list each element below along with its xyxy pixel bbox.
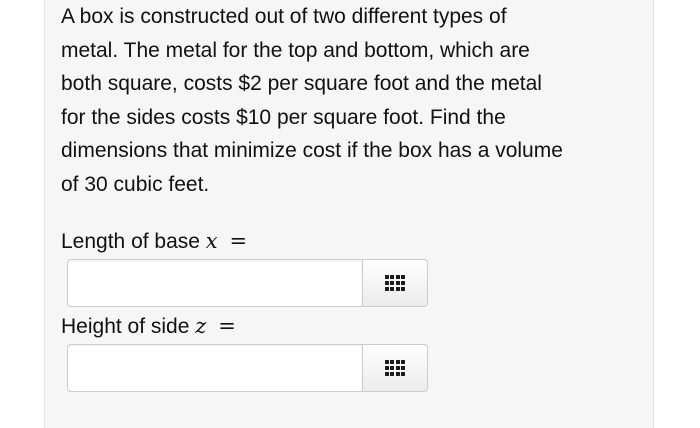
height-keypad-button[interactable]: [362, 344, 428, 392]
field-label-text: Height of side: [61, 315, 190, 338]
keypad-grid-icon: [384, 359, 406, 377]
length-keypad-button[interactable]: [362, 259, 428, 307]
field-variable: z: [195, 314, 207, 338]
length-of-base-input[interactable]: [67, 259, 362, 307]
field-variable: x: [205, 229, 218, 253]
field-label-text: Length of base: [61, 230, 200, 253]
height-of-side-input-group: [67, 344, 428, 392]
equals-sign: =: [218, 314, 236, 338]
length-of-base-label: Length of base x =: [61, 227, 247, 256]
height-of-side-input[interactable]: [67, 344, 362, 392]
keypad-grid-icon: [384, 274, 406, 292]
height-of-side-label: Height of side z =: [61, 312, 236, 341]
length-of-base-input-group: [67, 259, 428, 307]
equals-sign: =: [229, 229, 248, 253]
problem-statement: A box is constructed out of two differen…: [61, 5, 563, 196]
